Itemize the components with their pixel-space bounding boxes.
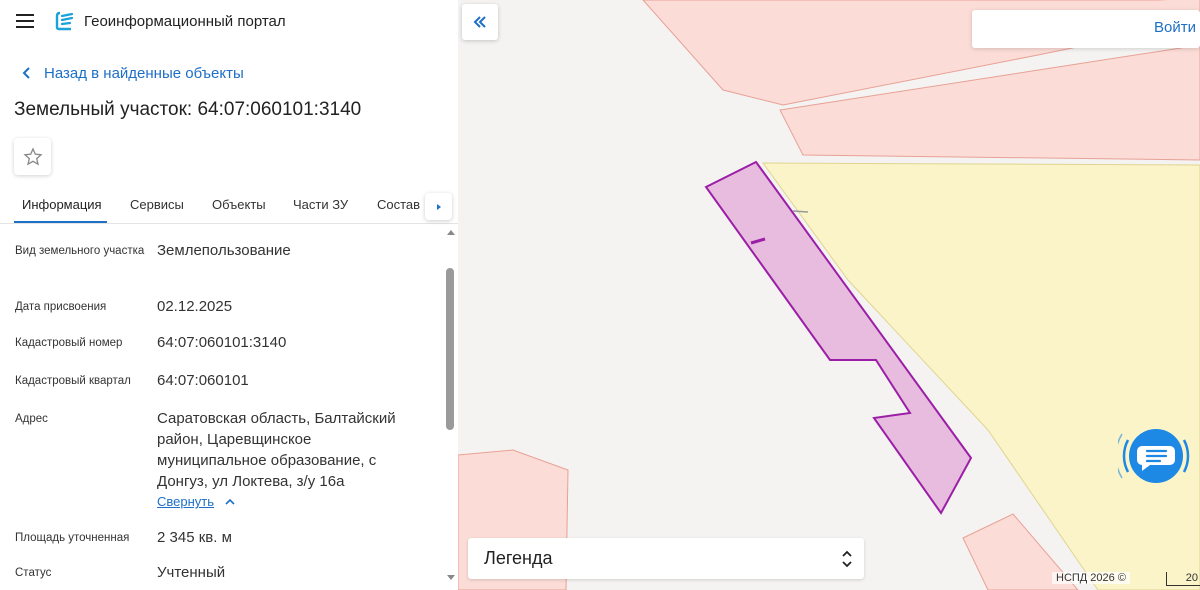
property-label-area: Площадь уточненная <box>15 532 130 544</box>
top-bar: Геоинформационный портал <box>0 0 458 44</box>
collapse-panel-button[interactable] <box>462 4 498 40</box>
favorite-button[interactable] <box>14 138 51 175</box>
expand-collapse-icon <box>842 550 852 568</box>
property-label-land-type: Вид земельного участка <box>15 245 145 257</box>
double-chevron-left-icon <box>473 16 486 28</box>
property-label-status: Статус <box>15 567 52 579</box>
property-value-address: Саратовская область, Балтайский район, Ц… <box>157 410 396 490</box>
login-bar: Войти <box>972 10 1200 48</box>
map-tick-mark <box>792 210 809 213</box>
login-button[interactable]: Войти <box>1154 19 1196 36</box>
portal-logo-icon <box>55 11 74 31</box>
scroll-down-arrow-icon[interactable] <box>447 575 455 580</box>
menu-icon[interactable] <box>16 14 34 28</box>
collapse-link[interactable]: Свернуть <box>157 494 236 509</box>
tab-composition[interactable]: Состав <box>377 197 420 212</box>
properties-scrollbar[interactable] <box>444 226 458 590</box>
map-copyright: НСПД 2026 © <box>1052 572 1130 584</box>
tab-information[interactable]: Информация <box>22 197 102 212</box>
property-value-cadastral-quarter: 64:07:060101 <box>157 372 249 389</box>
page-title: Земельный участок: 64:07:060101:3140 <box>14 99 362 120</box>
portal-title: Геоинформационный портал <box>84 13 286 30</box>
back-link-label: Назад в найденные объекты <box>44 64 244 82</box>
property-value-land-type: Землепользование <box>157 242 291 259</box>
property-label-cadastral-number: Кадастровый номер <box>15 337 123 349</box>
legend-dropdown[interactable]: Легенда <box>468 538 864 579</box>
property-value-status: Учтенный <box>157 564 226 581</box>
tabs-scroll-right-button[interactable] <box>425 193 452 220</box>
scrollbar-thumb[interactable] <box>446 268 454 430</box>
map-zone-yellow[interactable] <box>762 162 1200 590</box>
property-label-assigned-date: Дата присвоения <box>15 301 107 313</box>
tab-bar: Информация Сервисы Объекты Части ЗУ Сост… <box>0 188 458 224</box>
property-value-cadastral-number: 64:07:060101:3140 <box>157 334 287 351</box>
chevron-left-icon <box>22 67 30 79</box>
chat-button[interactable] <box>1115 418 1194 494</box>
legend-label: Легенда <box>484 548 553 568</box>
collapse-link-label: Свернуть <box>157 494 215 509</box>
scroll-up-arrow-icon[interactable] <box>447 230 455 235</box>
back-to-results-link[interactable]: Назад в найденные объекты <box>18 63 244 83</box>
property-label-cadastral-quarter: Кадастровый квартал <box>15 375 131 387</box>
chat-icon <box>1115 429 1190 483</box>
property-label-address: Адрес <box>15 413 48 425</box>
map-canvas[interactable] <box>458 0 1200 590</box>
property-value-assigned-date: 02.12.2025 <box>157 298 233 315</box>
info-panel: Геоинформационный портал Назад в найденн… <box>0 0 458 590</box>
properties-list: Вид земельного участка Землепользование … <box>0 226 444 590</box>
tab-objects[interactable]: Объекты <box>212 197 266 212</box>
caret-right-icon <box>436 203 441 210</box>
tab-services[interactable]: Сервисы <box>130 197 184 212</box>
map-scale: 20 <box>1166 572 1200 586</box>
property-value-area: 2 345 кв. м <box>157 529 232 546</box>
map-view[interactable]: Войти Легенда НСПД 2026 © 20 <box>458 0 1200 590</box>
tab-parcel-parts[interactable]: Части ЗУ <box>293 197 348 212</box>
star-icon <box>22 146 43 166</box>
chevron-up-icon <box>225 498 235 505</box>
active-tab-indicator <box>14 221 107 223</box>
